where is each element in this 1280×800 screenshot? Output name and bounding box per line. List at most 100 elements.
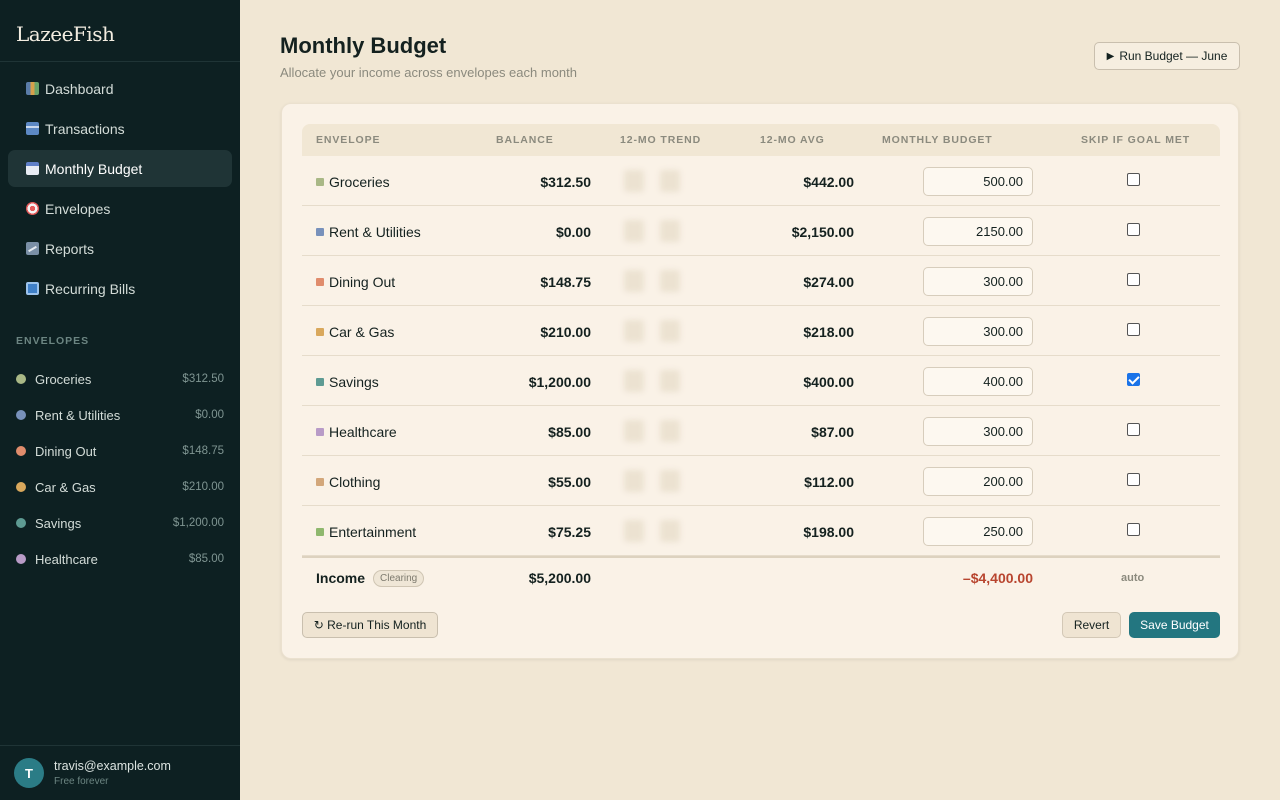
skip-if-goal-met-checkbox[interactable] [1127,373,1140,386]
budget-card: ENVELOPE BALANCE 12-MO TREND 12-MO AVG M… [281,103,1239,659]
envelope-balance: $1,200.00 [172,517,224,529]
envelope-swatch [316,428,324,436]
sidebar-envelope-item[interactable]: Groceries $312.50 [0,361,240,397]
sidebar-envelope-item[interactable]: Healthcare $85.00 [0,541,240,577]
skip-if-goal-met-checkbox[interactable] [1127,223,1140,236]
table-row: Healthcare $85.00 $87.00 [302,406,1220,456]
page-subtitle: Allocate your income across envelopes ea… [280,65,577,80]
envelope-balance: $312.50 [540,174,591,190]
trend-sparkline [624,270,680,292]
nav-item-envelopes[interactable]: Envelopes [8,190,232,227]
envelope-list: Groceries $312.50 Rent & Utilities $0.00 Din… [0,361,240,577]
trend-sparkline [624,420,680,442]
twelve-month-avg: $2,150.00 [791,224,854,240]
skip-if-goal-met-checkbox[interactable] [1127,473,1140,486]
nav-label: Recurring Bills [45,280,136,297]
nav-label: Envelopes [45,200,111,217]
envelope-name: Groceries [329,174,390,190]
revert-button[interactable]: Revert [1062,612,1121,638]
income-label: Income [316,570,366,586]
nav-item-monthly-budget[interactable]: Monthly Budget [8,150,232,187]
envelope-color-dot [16,554,26,564]
envelope-swatch [316,528,324,536]
skip-if-goal-met-checkbox[interactable] [1127,523,1140,536]
clearing-badge: Clearing [373,570,425,587]
envelope-balance: $210.00 [182,481,224,493]
envelope-name: Rent & Utilities [329,224,421,240]
sidebar-envelope-item[interactable]: Dining Out $148.75 [0,433,240,469]
envelope-name: Car & Gas [329,324,395,340]
monthly-budget-input[interactable] [923,467,1033,496]
envelope-name: Savings [35,515,82,531]
envelope-color-dot [16,410,26,420]
col-trend: 12-MO TREND [620,134,702,146]
sidebar-envelope-item[interactable]: Car & Gas $210.00 [0,469,240,505]
envelope-name: Dining Out [35,443,97,459]
sidebar: LazeeFish Dashboard Transactions Monthly B… [0,0,240,800]
envelope-balance: $85.00 [188,553,224,565]
col-envelope: ENVELOPE [316,134,381,146]
envelope-name: Car & Gas [35,479,96,495]
table-row: Savings $1,200.00 $400.00 [302,356,1220,406]
budget-difference: –$4,400.00 [962,570,1033,586]
monthly-budget-input[interactable] [923,317,1033,346]
envelope-swatch [316,178,324,186]
twelve-month-avg: $218.00 [803,324,854,340]
trend-sparkline [624,370,680,392]
trend-sparkline [624,220,680,242]
skip-auto-text: auto [1121,572,1145,584]
col-balance: BALANCE [496,134,554,146]
envelope-swatch [316,228,324,236]
account-area[interactable]: T travis@example.com Free forever [0,745,240,800]
table-row: Clothing $55.00 $112.00 [302,456,1220,506]
table-body: Groceries $312.50 $442.00 Rent & Utilities $… [302,156,1220,556]
envelope-color-dot [16,518,26,528]
table-header: ENVELOPE BALANCE 12-MO TREND 12-MO AVG M… [302,124,1220,156]
run-budget-button[interactable]: ▶ Run Budget — June [1094,42,1240,70]
monthly-budget-input[interactable] [923,167,1033,196]
table-row: Rent & Utilities $0.00 $2,150.00 [302,206,1220,256]
envelopes-heading: ENVELOPES [16,335,90,347]
envelope-swatch [316,328,324,336]
nav-label: Dashboard [45,80,114,97]
card-icon [26,122,39,135]
nav-item-transactions[interactable]: Transactions [8,110,232,147]
trend-sparkline [624,170,680,192]
brand-logo[interactable]: LazeeFish [0,0,240,62]
main-nav: Dashboard Transactions Monthly Budget Envel… [0,62,240,307]
envelope-name: Groceries [35,371,92,387]
nav-label: Reports [45,240,95,257]
monthly-budget-input[interactable] [923,517,1033,546]
avatar[interactable]: T [14,758,44,788]
skip-if-goal-met-checkbox[interactable] [1127,273,1140,286]
envelope-name: Healthcare [329,424,397,440]
twelve-month-avg: $112.00 [804,474,854,490]
nav-item-reports[interactable]: Reports [8,230,232,267]
sidebar-envelope-item[interactable]: Savings $1,200.00 [0,505,240,541]
envelope-balance: $148.75 [540,274,591,290]
envelope-name: Rent & Utilities [35,407,121,423]
monthly-budget-input[interactable] [923,367,1033,396]
skip-if-goal-met-checkbox[interactable] [1127,323,1140,336]
skip-if-goal-met-checkbox[interactable] [1127,423,1140,436]
save-budget-button[interactable]: Save Budget [1129,612,1220,638]
nav-item-recurring-bills[interactable]: Recurring Bills [8,270,232,307]
trend-sparkline [624,320,680,342]
account-plan: Free forever [54,776,109,787]
table-row: Entertainment $75.25 $198.00 [302,506,1220,556]
sidebar-envelope-item[interactable]: Rent & Utilities $0.00 [0,397,240,433]
twelve-month-avg: $198.00 [803,524,854,540]
repeat-icon [26,282,39,295]
nav-item-dashboard[interactable]: Dashboard [8,70,232,107]
skip-if-goal-met-checkbox[interactable] [1127,173,1140,186]
monthly-budget-input[interactable] [923,267,1033,296]
envelope-balance: $1,200.00 [528,374,591,390]
monthly-budget-input[interactable] [923,217,1033,246]
envelope-balance: $55.00 [548,474,591,490]
rerun-month-button[interactable]: ↻ Re-run This Month [302,612,438,638]
table-row: Car & Gas $210.00 $218.00 [302,306,1220,356]
monthly-budget-input[interactable] [923,417,1033,446]
income-total-row: Income Clearing $5,200.00 –$4,400.00 aut… [302,556,1220,598]
play-icon: ▶ [1106,50,1115,62]
twelve-month-avg: $87.00 [811,424,854,440]
